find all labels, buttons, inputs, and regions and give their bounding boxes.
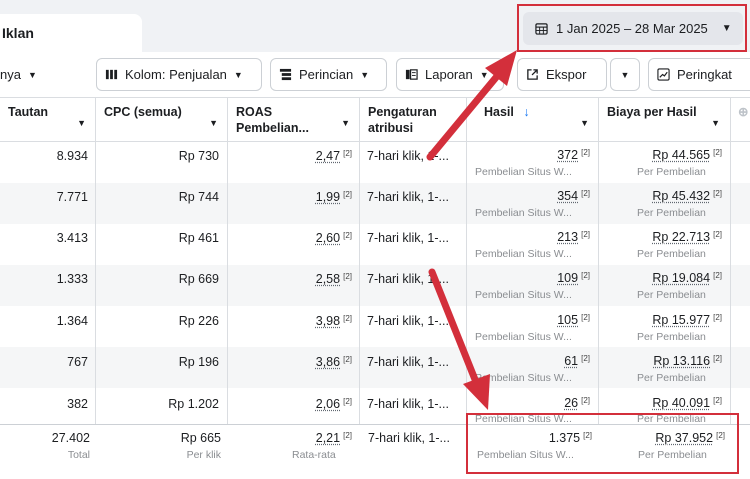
- arrow-to-totals: [432, 272, 490, 410]
- arrow-to-date-range: [430, 50, 517, 157]
- annotation-arrows: [0, 0, 750, 479]
